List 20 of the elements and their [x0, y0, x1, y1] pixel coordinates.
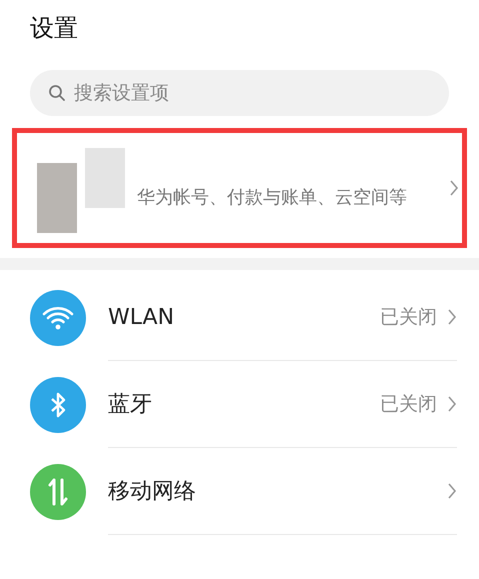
- account-summary: 华为帐号、付款与账单、云空间等: [137, 186, 408, 210]
- setting-status: 已关闭: [380, 392, 437, 417]
- chevron-icon: [447, 482, 457, 500]
- data-arrows-icon: [47, 476, 69, 506]
- avatar: [37, 163, 77, 233]
- setting-label: WLAN: [108, 304, 176, 332]
- setting-label: 蓝牙: [108, 390, 153, 418]
- blurred-name: [85, 148, 125, 208]
- chevron-icon: [447, 308, 457, 326]
- settings-row[interactable]: WLAN 已关闭: [0, 274, 479, 361]
- search-field[interactable]: 搜索设置项: [30, 70, 449, 116]
- settings-row[interactable]: 移动网络: [0, 448, 479, 535]
- wifi-icon: [42, 304, 74, 330]
- chevron-icon: [449, 179, 459, 197]
- setting-label: 移动网络: [108, 478, 197, 506]
- chevron-icon: [447, 395, 457, 413]
- settings-row[interactable]: 蓝牙 已关闭: [0, 361, 479, 448]
- search-icon: [48, 84, 66, 102]
- page-title: 设置: [30, 14, 78, 42]
- setting-status: 已关闭: [380, 304, 437, 330]
